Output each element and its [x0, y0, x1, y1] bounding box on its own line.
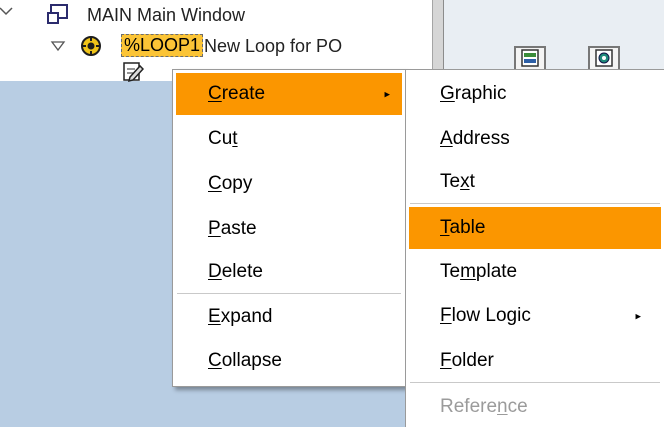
submenu-item-graphic[interactable]: Graphic — [409, 73, 661, 115]
menu-item-delete[interactable]: Delete — [176, 251, 402, 293]
menu-item-label: Cut — [208, 128, 238, 149]
submenu-item-folder[interactable]: Folder — [409, 340, 661, 382]
expand-icon[interactable] — [0, 5, 14, 21]
menu-item-expand[interactable]: Expand — [176, 296, 402, 338]
menu-item-label: Create — [208, 83, 266, 104]
menu-item-label: Collapse — [208, 350, 282, 371]
menu-item-label: Table — [440, 217, 486, 238]
menu-item-label: Folder — [440, 350, 494, 371]
menu-item-label: Template — [440, 261, 518, 282]
menu-separator — [410, 203, 660, 205]
submenu-item-flow-logic[interactable]: Flow Logic ▸ — [409, 295, 661, 337]
menu-item-label: Graphic — [440, 83, 507, 104]
menu-item-create[interactable]: Create ▸ — [176, 73, 402, 115]
menu-item-label: Paste — [208, 218, 257, 239]
submenu-item-table[interactable]: Table — [409, 207, 661, 249]
menu-separator — [410, 382, 660, 384]
menu-separator — [177, 293, 401, 295]
menu-item-paste[interactable]: Paste — [176, 208, 402, 250]
menu-item-label: Copy — [208, 173, 253, 194]
tree-node-label: MAIN Main Window — [87, 5, 246, 25]
menu-item-label: Delete — [208, 261, 263, 282]
menu-item-copy[interactable]: Copy — [176, 163, 402, 205]
submenu-item-reference: Reference — [409, 386, 661, 428]
loop-node-icon — [80, 35, 102, 57]
collapse-triangle-icon[interactable] — [50, 38, 66, 54]
create-submenu: Graphic Address Text Table Template Flow… — [405, 69, 664, 427]
menu-item-label: Expand — [208, 306, 273, 327]
submenu-arrow-icon: ▸ — [635, 310, 641, 323]
menu-item-collapse[interactable]: Collapse — [176, 340, 402, 382]
tree-node-label: New Loop for PO — [204, 36, 343, 56]
menu-item-label: Address — [440, 128, 510, 149]
submenu-item-template[interactable]: Template — [409, 251, 661, 293]
menu-item-label: Flow Logic — [440, 305, 531, 326]
context-menu: Create ▸ Cut Copy Paste Delete Expand Co… — [172, 69, 406, 387]
submenu-arrow-icon: ▸ — [384, 88, 390, 101]
text-edit-icon — [122, 61, 145, 83]
tree-node-name: %LOOP1 — [121, 34, 204, 57]
submenu-item-address[interactable]: Address — [409, 118, 661, 160]
window-node-icon — [47, 3, 73, 27]
menu-item-label: Reference — [440, 396, 528, 417]
menu-item-label: Text — [440, 171, 475, 192]
menu-item-cut[interactable]: Cut — [176, 118, 402, 160]
submenu-item-text[interactable]: Text — [409, 161, 661, 203]
